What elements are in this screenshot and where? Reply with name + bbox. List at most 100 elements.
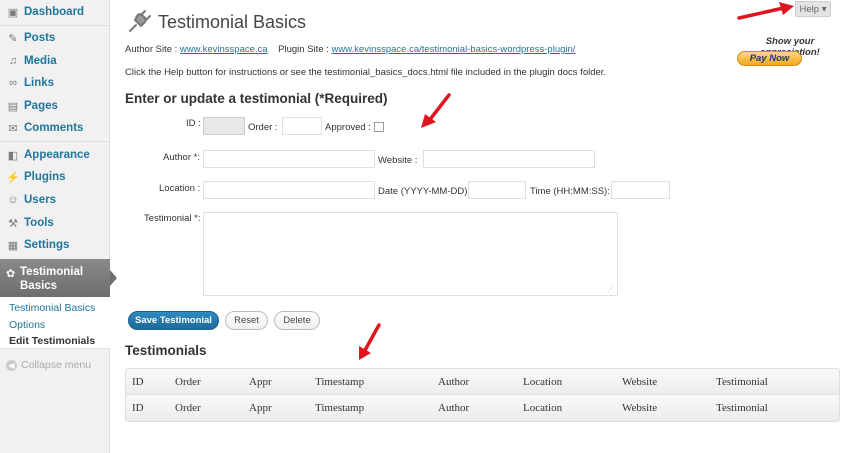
sidebar-item-appearance[interactable]: ◧ Appearance bbox=[0, 144, 110, 166]
time-field[interactable] bbox=[611, 181, 670, 199]
media-icon: ♫ bbox=[8, 55, 18, 67]
help-instructions: Click the Help button for instructions o… bbox=[125, 67, 607, 78]
link-icon: ∞ bbox=[9, 77, 17, 89]
sidebar-item-label: Plugins bbox=[24, 171, 66, 183]
date-field[interactable] bbox=[468, 181, 526, 199]
column-footer[interactable]: Author bbox=[438, 402, 469, 414]
admin-sidebar: ▣ Dashboard ✎ Posts ♫ Media ∞ Links ▤ Pa… bbox=[0, 0, 117, 453]
submenu-item-edit-testimonials[interactable]: Edit Testimonials bbox=[9, 335, 95, 347]
testimonials-table: ID Order Appr Timestamp Author Location … bbox=[125, 368, 840, 422]
tools-icon: ⚒ bbox=[8, 217, 18, 230]
pushpin-icon: ✎ bbox=[8, 32, 18, 45]
plugin-site-label: Plugin Site : bbox=[278, 44, 329, 55]
settings-icon: ▦ bbox=[7, 239, 19, 252]
sidebar-item-links[interactable]: ∞ Links bbox=[0, 72, 110, 94]
column-footer[interactable]: Timestamp bbox=[315, 402, 364, 414]
id-field bbox=[203, 117, 245, 135]
testimonial-textarea[interactable]: ⋰ bbox=[203, 212, 618, 296]
page-title: Testimonial Basics bbox=[158, 12, 307, 32]
save-testimonial-button[interactable]: Save Testimonial bbox=[128, 311, 219, 330]
website-label: Website : bbox=[378, 155, 418, 166]
sidebar-item-label: Media bbox=[24, 55, 57, 67]
site-links: Author Site : www.kevinsspace.ca Plugin … bbox=[125, 44, 575, 55]
main-content: Testimonial Basics Help ▾ Show your appr… bbox=[111, 0, 850, 453]
annotation-arrow-form-icon bbox=[421, 93, 451, 128]
menu-divider bbox=[0, 141, 110, 142]
sidebar-item-label: Users bbox=[24, 194, 56, 206]
id-label: ID : bbox=[186, 118, 201, 129]
sidebar-item-label: Tools bbox=[24, 217, 54, 229]
column-header[interactable]: Appr bbox=[249, 376, 272, 388]
column-header[interactable]: Timestamp bbox=[315, 376, 364, 388]
approved-label: Approved : bbox=[325, 122, 371, 133]
sidebar-item-label: Pages bbox=[24, 100, 58, 112]
column-footer[interactable]: Appr bbox=[249, 402, 272, 414]
author-field[interactable] bbox=[203, 150, 375, 168]
sidebar-item-settings[interactable]: ▦ Settings bbox=[0, 234, 110, 256]
appearance-icon: ◧ bbox=[7, 149, 19, 162]
sidebar-item-plugins[interactable]: ⚡ Plugins bbox=[0, 166, 110, 188]
delete-button[interactable]: Delete bbox=[274, 311, 320, 330]
sidebar-item-label: Posts bbox=[24, 32, 56, 44]
testimonial-submenu: Testimonial Basics Options Edit Testimon… bbox=[0, 297, 110, 349]
sidebar-item-comments[interactable]: ✉ Comments bbox=[0, 117, 110, 139]
location-field[interactable] bbox=[203, 181, 375, 199]
author-label: Author *: bbox=[163, 152, 200, 163]
sidebar-item-media[interactable]: ♫ Media bbox=[0, 50, 110, 72]
column-footer[interactable]: Order bbox=[175, 402, 201, 414]
sidebar-item-label: Settings bbox=[24, 239, 70, 251]
sidebar-item-posts[interactable]: ✎ Posts bbox=[0, 27, 110, 49]
author-site-link[interactable]: www.kevinsspace.ca bbox=[180, 44, 268, 55]
column-header[interactable]: Location bbox=[523, 376, 562, 388]
column-header[interactable]: Order bbox=[175, 376, 201, 388]
reset-button[interactable]: Reset bbox=[225, 311, 268, 330]
help-button[interactable]: Help ▾ bbox=[795, 1, 831, 17]
column-header[interactable]: Website bbox=[622, 376, 657, 388]
column-header[interactable]: Author bbox=[438, 376, 469, 388]
column-header[interactable]: Testimonial bbox=[716, 376, 768, 388]
column-header[interactable]: ID bbox=[132, 376, 144, 388]
annotation-arrow-table-icon bbox=[359, 323, 381, 360]
column-footer[interactable]: Testimonial bbox=[716, 402, 768, 414]
table-footer-row: ID Order Appr Timestamp Author Location … bbox=[126, 395, 839, 421]
sidebar-item-users[interactable]: ☺ Users bbox=[0, 189, 110, 211]
column-footer[interactable]: ID bbox=[132, 402, 144, 414]
gear-icon: ✿ bbox=[6, 268, 16, 280]
menu-divider bbox=[0, 25, 110, 26]
collapse-menu[interactable]: ◀ Collapse menu bbox=[6, 359, 91, 371]
submenu-item-testimonial-basics[interactable]: Testimonial Basics bbox=[9, 302, 95, 314]
date-label: Date (YYYY-MM-DD): bbox=[378, 186, 471, 197]
sidebar-item-dashboard[interactable]: ▣ Dashboard bbox=[0, 1, 110, 23]
sidebar-item-label: Testimonial Basics bbox=[20, 266, 84, 292]
submenu-item-options[interactable]: Options bbox=[9, 319, 45, 331]
annotation-arrow-help-icon bbox=[737, 2, 794, 20]
testimonial-label: Testimonial *: bbox=[144, 213, 201, 224]
author-site-label: Author Site : bbox=[125, 44, 178, 55]
users-icon: ☺ bbox=[7, 194, 19, 206]
collapse-menu-label: Collapse menu bbox=[21, 359, 92, 371]
website-field[interactable] bbox=[423, 150, 595, 168]
sidebar-item-label: Comments bbox=[24, 122, 84, 134]
column-footer[interactable]: Location bbox=[523, 402, 562, 414]
sidebar-item-tools[interactable]: ⚒ Tools bbox=[0, 212, 110, 234]
plugin-plug-icon bbox=[129, 10, 151, 32]
sidebar-item-testimonial-basics[interactable]: ✿ Testimonial Basics bbox=[0, 259, 117, 297]
approved-checkbox[interactable] bbox=[374, 122, 384, 132]
plugins-icon: ⚡ bbox=[6, 171, 20, 184]
order-field[interactable] bbox=[282, 117, 322, 135]
table-header-row: ID Order Appr Timestamp Author Location … bbox=[126, 369, 839, 395]
column-footer[interactable]: Website bbox=[622, 402, 657, 414]
pages-icon: ▤ bbox=[7, 100, 19, 113]
comments-icon: ✉ bbox=[8, 122, 18, 135]
location-label: Location : bbox=[159, 183, 201, 194]
resize-grip-icon[interactable]: ⋰ bbox=[607, 285, 614, 293]
collapse-arrow-icon: ◀ bbox=[6, 359, 17, 371]
sidebar-item-label: Dashboard bbox=[24, 6, 85, 18]
plugin-site-link[interactable]: www.kevinsspace.ca/testimonial-basics-wo… bbox=[331, 44, 575, 55]
sidebar-item-pages[interactable]: ▤ Pages bbox=[0, 95, 110, 117]
order-label: Order : bbox=[248, 122, 278, 133]
sidebar-item-label: Appearance bbox=[24, 149, 90, 161]
paynow-button[interactable]: Pay Now bbox=[737, 51, 802, 66]
time-label: Time (HH:MM:SS): bbox=[530, 186, 610, 197]
testimonials-heading: Testimonials bbox=[125, 343, 207, 358]
